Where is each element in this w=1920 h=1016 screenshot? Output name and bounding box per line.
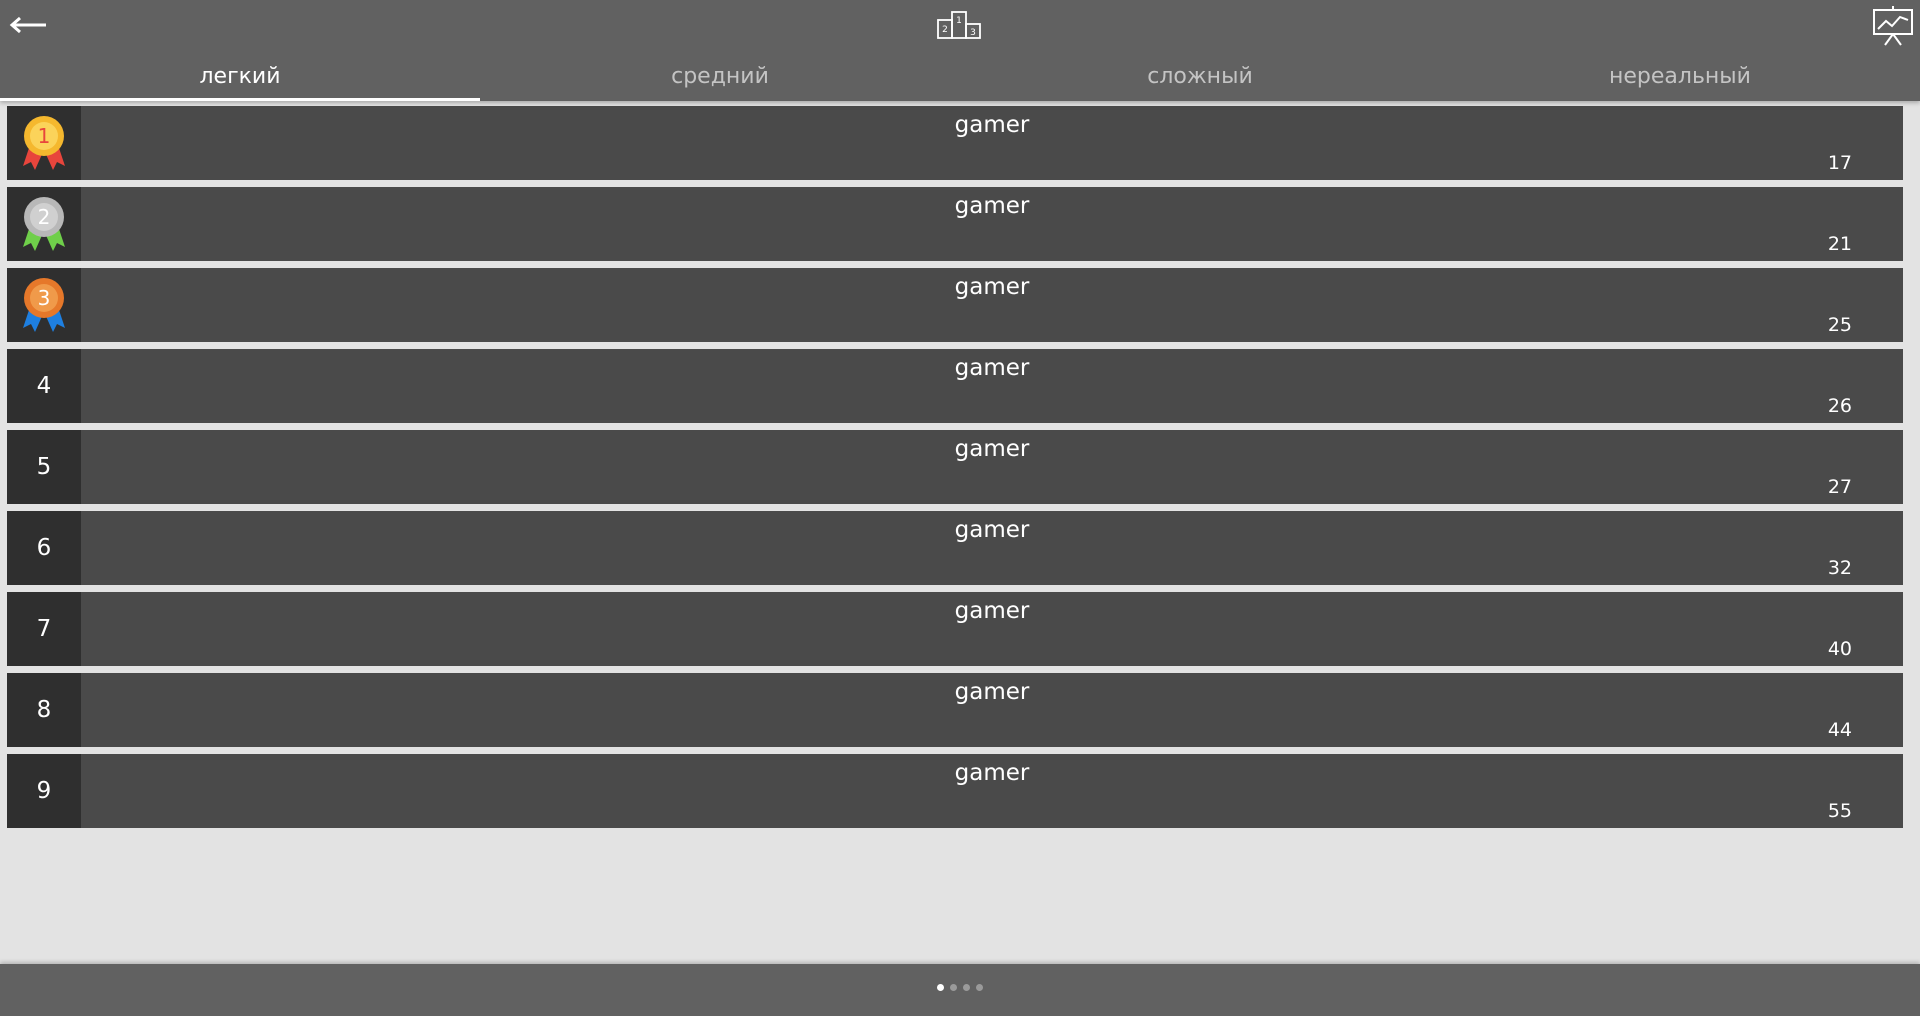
player-name: gamer bbox=[954, 760, 1030, 786]
rank-cell: 2 bbox=[7, 187, 81, 261]
podium-number-3: 3 bbox=[970, 28, 976, 38]
player-name: gamer bbox=[954, 598, 1030, 624]
difficulty-tabs: легкий средний сложный нереальный bbox=[0, 52, 1920, 101]
player-score: 27 bbox=[1827, 476, 1852, 498]
rank-cell: 1 bbox=[7, 106, 81, 180]
podium-number-1: 1 bbox=[956, 16, 962, 26]
rank-number: 7 bbox=[7, 592, 81, 666]
leaderboard-row[interactable]: 3 gamer 25 bbox=[7, 268, 1903, 342]
page-dot[interactable] bbox=[976, 984, 983, 991]
rank-number: 6 bbox=[7, 511, 81, 585]
rank-number: 9 bbox=[7, 754, 81, 828]
page-indicator bbox=[0, 984, 1920, 991]
rank-number: 4 bbox=[7, 349, 81, 423]
leaderboard-row[interactable]: 1 gamer 17 bbox=[7, 106, 1903, 180]
tab-hard[interactable]: сложный bbox=[960, 52, 1440, 101]
rank-cell: 3 bbox=[7, 268, 81, 342]
arrow-left-icon bbox=[9, 16, 46, 34]
top-bar: 2 1 3 легкий средний сложный нереальный bbox=[0, 0, 1920, 101]
player-name: gamer bbox=[954, 436, 1030, 462]
leaderboard-row[interactable]: 2 gamer 21 bbox=[7, 187, 1903, 261]
page-dot[interactable] bbox=[937, 984, 944, 991]
gold-medal-icon: 1 bbox=[23, 116, 65, 170]
leaderboard-row[interactable]: 7 gamer 40 bbox=[7, 592, 1903, 666]
silver-medal-icon: 2 bbox=[23, 197, 65, 251]
player-name: gamer bbox=[954, 112, 1030, 138]
back-button[interactable] bbox=[4, 8, 52, 42]
leaderboard-list: 1 gamer 17 2 gamer 21 3 gamer 25 4 gamer… bbox=[7, 106, 1903, 835]
player-score: 40 bbox=[1827, 638, 1852, 660]
player-score: 17 bbox=[1827, 152, 1852, 174]
rank-number: 8 bbox=[7, 673, 81, 747]
bottom-bar bbox=[0, 964, 1920, 1016]
leaderboard-row[interactable]: 5 gamer 27 bbox=[7, 430, 1903, 504]
player-score: 55 bbox=[1827, 800, 1852, 822]
player-score: 25 bbox=[1827, 314, 1852, 336]
leaderboard-row[interactable]: 9 gamer 55 bbox=[7, 754, 1903, 828]
svg-text:3: 3 bbox=[38, 286, 51, 310]
podium-number-2: 2 bbox=[942, 25, 948, 35]
tab-easy[interactable]: легкий bbox=[0, 52, 480, 101]
statistics-button[interactable] bbox=[1870, 4, 1916, 48]
player-score: 26 bbox=[1827, 395, 1852, 417]
rank-number: 5 bbox=[7, 430, 81, 504]
svg-text:1: 1 bbox=[38, 124, 51, 148]
page-dot[interactable] bbox=[963, 984, 970, 991]
player-name: gamer bbox=[954, 517, 1030, 543]
player-name: gamer bbox=[954, 679, 1030, 705]
tab-unreal[interactable]: нереальный bbox=[1440, 52, 1920, 101]
svg-text:2: 2 bbox=[38, 205, 51, 229]
player-score: 32 bbox=[1827, 557, 1852, 579]
bronze-medal-icon: 3 bbox=[23, 278, 65, 332]
player-score: 44 bbox=[1827, 719, 1852, 741]
leaderboard-row[interactable]: 4 gamer 26 bbox=[7, 349, 1903, 423]
leaderboard-row[interactable]: 8 gamer 44 bbox=[7, 673, 1903, 747]
podium-icon: 2 1 3 bbox=[934, 6, 984, 42]
chart-board-icon bbox=[1873, 6, 1913, 46]
player-score: 21 bbox=[1827, 233, 1852, 255]
leaderboard-row[interactable]: 6 gamer 32 bbox=[7, 511, 1903, 585]
tab-medium[interactable]: средний bbox=[480, 52, 960, 101]
page-dot[interactable] bbox=[950, 984, 957, 991]
player-name: gamer bbox=[954, 193, 1030, 219]
player-name: gamer bbox=[954, 355, 1030, 381]
player-name: gamer bbox=[954, 274, 1030, 300]
